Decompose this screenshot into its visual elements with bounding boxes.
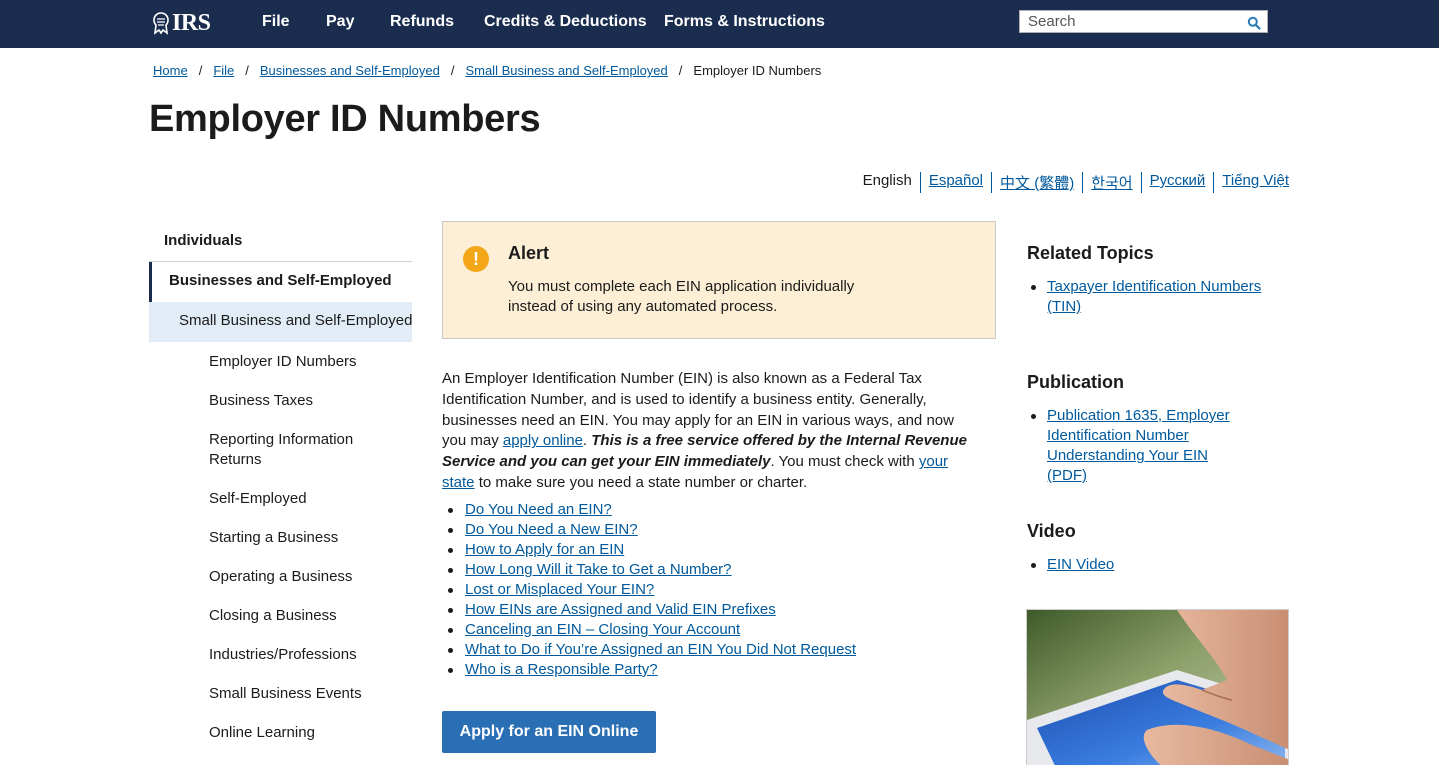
site-header: IRS File Pay Refunds Credits & Deduction… bbox=[0, 0, 1439, 48]
language-russian[interactable]: Русский bbox=[1140, 172, 1214, 193]
intro-paragraph: An Employer Identification Number (EIN) … bbox=[442, 369, 982, 494]
apply-online-link[interactable]: apply online bbox=[503, 432, 583, 449]
breadcrumb-separator: / bbox=[198, 63, 203, 78]
link-ein-prefixes[interactable]: How EINs are Assigned and Valid EIN Pref… bbox=[465, 601, 776, 618]
logo-text: IRS bbox=[172, 9, 211, 36]
sidebar-item-employer-id-numbers[interactable]: Employer ID Numbers bbox=[149, 342, 412, 381]
sidebar-item-small-business[interactable]: Small Business and Self-Employed bbox=[149, 302, 412, 342]
language-selector: English Español 中文 (繁體) 한국어 Русский Tiến… bbox=[863, 172, 1289, 193]
ein-topics-list: Do You Need an EIN? Do You Need a New EI… bbox=[446, 500, 856, 680]
sidebar-item-closing-a-business[interactable]: Closing a Business bbox=[149, 596, 412, 635]
breadcrumb-separator: / bbox=[450, 63, 455, 78]
language-spanish[interactable]: Español bbox=[919, 172, 991, 193]
publication-list: Publication 1635, Employer Identificatio… bbox=[1031, 406, 1251, 486]
related-topics-list: Taxpayer Identification Numbers (TIN) bbox=[1031, 277, 1276, 317]
list-item: Do You Need an EIN? bbox=[446, 500, 856, 520]
intro-text: to make sure you need a state number or … bbox=[474, 473, 808, 491]
list-item: How EINs are Assigned and Valid EIN Pref… bbox=[446, 600, 856, 620]
sidebar-item-reporting-information-returns[interactable]: Reporting Information Returns bbox=[149, 420, 412, 479]
list-item: Taxpayer Identification Numbers (TIN) bbox=[1031, 277, 1276, 317]
link-ein-video[interactable]: EIN Video bbox=[1047, 556, 1114, 573]
link-how-long[interactable]: How Long Will it Take to Get a Number? bbox=[465, 561, 732, 578]
alert-text: You must complete each EIN application i… bbox=[508, 278, 855, 315]
language-vietnamese[interactable]: Tiếng Việt bbox=[1213, 172, 1289, 193]
nav-pay[interactable]: Pay bbox=[326, 13, 354, 31]
breadcrumb-current: Employer ID Numbers bbox=[693, 63, 822, 78]
breadcrumb-file[interactable]: File bbox=[213, 63, 234, 78]
link-need-new-ein[interactable]: Do You Need a New EIN? bbox=[465, 521, 638, 538]
page-title: Employer ID Numbers bbox=[149, 98, 541, 140]
search-icon[interactable] bbox=[1247, 16, 1261, 30]
breadcrumb-home[interactable]: Home bbox=[153, 63, 188, 78]
link-need-ein[interactable]: Do You Need an EIN? bbox=[465, 501, 612, 518]
sidebar-item-businesses[interactable]: Businesses and Self-Employed bbox=[149, 262, 412, 302]
link-publication-1635[interactable]: Publication 1635, Employer Identificatio… bbox=[1047, 407, 1230, 484]
irs-logo[interactable]: IRS bbox=[151, 8, 211, 38]
video-list: EIN Video bbox=[1031, 555, 1276, 575]
link-canceling-ein[interactable]: Canceling an EIN – Closing Your Account bbox=[465, 621, 740, 638]
nav-forms-instructions[interactable]: Forms & Instructions bbox=[664, 13, 825, 31]
tablet-hand-image bbox=[1027, 610, 1288, 765]
list-item: Canceling an EIN – Closing Your Account bbox=[446, 620, 856, 640]
nav-credits-deductions[interactable]: Credits & Deductions bbox=[484, 13, 647, 31]
link-how-to-apply[interactable]: How to Apply for an EIN bbox=[465, 541, 624, 558]
sidebar-item-business-taxes[interactable]: Business Taxes bbox=[149, 381, 412, 420]
list-item: How to Apply for an EIN bbox=[446, 540, 856, 560]
search-box bbox=[1019, 10, 1268, 33]
language-english: English bbox=[862, 172, 912, 189]
link-assigned-ein[interactable]: What to Do if You’re Assigned an EIN You… bbox=[465, 641, 856, 658]
alert-title: Alert bbox=[508, 243, 550, 263]
list-item: EIN Video bbox=[1031, 555, 1276, 575]
language-chinese[interactable]: 中文 (繁體) bbox=[991, 172, 1082, 193]
list-item: What to Do if You’re Assigned an EIN You… bbox=[446, 640, 856, 660]
breadcrumb-separator: / bbox=[678, 63, 683, 78]
publication-heading: Publication bbox=[1027, 372, 1125, 392]
intro-text: . You must check with bbox=[770, 453, 919, 471]
sidebar-nav: Individuals Businesses and Self-Employed… bbox=[149, 222, 412, 752]
sidebar-item-industries-professions[interactable]: Industries/Professions bbox=[149, 635, 412, 674]
link-lost-ein[interactable]: Lost or Misplaced Your EIN? bbox=[465, 581, 654, 598]
breadcrumb-separator: / bbox=[245, 63, 249, 78]
nav-refunds[interactable]: Refunds bbox=[390, 13, 454, 31]
related-topics-heading: Related Topics bbox=[1027, 243, 1154, 263]
sidebar-item-self-employed[interactable]: Self-Employed bbox=[149, 479, 412, 518]
list-item: Do You Need a New EIN? bbox=[446, 520, 856, 540]
sidebar-item-small-business-events[interactable]: Small Business Events bbox=[149, 674, 412, 713]
sidebar-item-operating-a-business[interactable]: Operating a Business bbox=[149, 557, 412, 596]
breadcrumb-small-business[interactable]: Small Business and Self-Employed bbox=[465, 63, 667, 78]
exclamation-icon: ! bbox=[463, 246, 489, 272]
breadcrumb: Home / File / Businesses and Self-Employ… bbox=[153, 63, 821, 78]
link-tin[interactable]: Taxpayer Identification Numbers (TIN) bbox=[1047, 278, 1261, 315]
language-korean[interactable]: 한국어 bbox=[1082, 172, 1140, 193]
breadcrumb-businesses[interactable]: Businesses and Self-Employed bbox=[260, 63, 440, 78]
list-item: Publication 1635, Employer Identificatio… bbox=[1031, 406, 1251, 486]
eagle-icon bbox=[153, 12, 169, 35]
sidebar-item-starting-a-business[interactable]: Starting a Business bbox=[149, 518, 412, 557]
link-responsible-party[interactable]: Who is a Responsible Party? bbox=[465, 661, 658, 678]
list-item: Lost or Misplaced Your EIN? bbox=[446, 580, 856, 600]
video-heading: Video bbox=[1027, 521, 1076, 541]
list-item: Who is a Responsible Party? bbox=[446, 660, 856, 680]
tablet-photo bbox=[1026, 609, 1289, 765]
intro-text: . bbox=[582, 432, 592, 450]
sidebar-item-online-learning[interactable]: Online Learning bbox=[149, 713, 412, 752]
search-input[interactable] bbox=[1020, 11, 1235, 32]
alert-box: ! Alert You must complete each EIN appli… bbox=[442, 221, 996, 339]
apply-ein-online-button[interactable]: Apply for an EIN Online bbox=[442, 711, 656, 753]
nav-file[interactable]: File bbox=[262, 13, 290, 31]
list-item: How Long Will it Take to Get a Number? bbox=[446, 560, 856, 580]
sidebar-item-individuals[interactable]: Individuals bbox=[149, 222, 412, 262]
